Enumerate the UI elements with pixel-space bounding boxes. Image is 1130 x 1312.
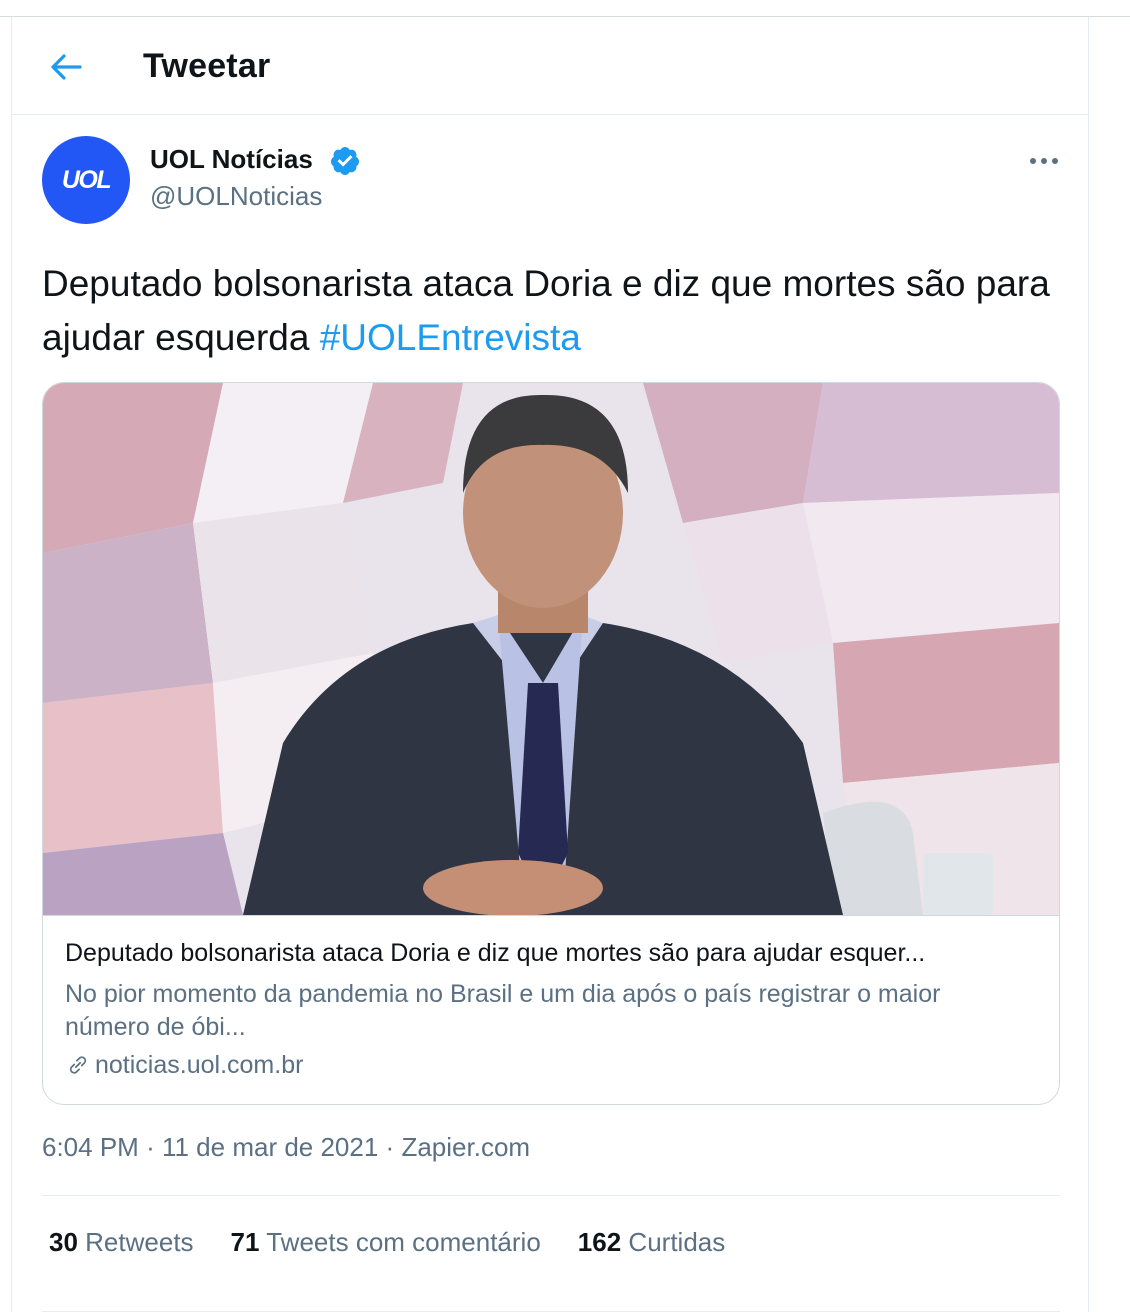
avatar[interactable]: UOL (42, 136, 130, 224)
meta-separator: · (385, 1132, 395, 1162)
card-domain: noticias.uol.com.br (95, 1050, 304, 1079)
meta-separator: · (146, 1132, 155, 1162)
back-button[interactable] (44, 45, 88, 89)
link-icon (69, 1056, 87, 1074)
card-domain-row: noticias.uol.com.br (65, 1048, 303, 1082)
quote-tweets-stat[interactable]: 71 Tweets com comentário (231, 1227, 541, 1258)
retweets-label: Retweets (85, 1227, 194, 1257)
card-title: Deputado bolsonarista ataca Doria e diz … (65, 939, 926, 967)
likes-stat[interactable]: 162 Curtidas (578, 1227, 725, 1258)
card-image (43, 383, 1059, 915)
hashtag-link[interactable]: #UOLEntrevista (320, 317, 581, 358)
tweet-time[interactable]: 6:04 PM (42, 1132, 139, 1162)
quote-tweets-count: 71 (230, 1227, 260, 1257)
tweet-column: Tweetar UOL UOL Notícias @UOLNoticias De… (11, 17, 1089, 1312)
likes-label: Curtidas (628, 1227, 726, 1257)
arrow-left-icon (51, 54, 82, 80)
more-dots-icon (1030, 158, 1058, 164)
link-preview-card[interactable]: Deputado bolsonarista ataca Doria e diz … (42, 382, 1060, 1105)
tweet-source[interactable]: Zapier.com (401, 1132, 530, 1162)
tweet-date[interactable]: 11 de mar de 2021 (162, 1132, 378, 1162)
tweet-stats: 30 Retweets 71 Tweets com comentário 162… (49, 1227, 762, 1258)
retweets-stat[interactable]: 30 Retweets (49, 1227, 194, 1258)
author-handle[interactable]: @UOLNoticias (150, 181, 322, 212)
page-title: Tweetar (143, 47, 271, 85)
verified-badge-icon (330, 147, 359, 175)
divider (42, 1195, 1060, 1196)
retweets-count: 30 (49, 1227, 78, 1257)
quote-tweets-label: Tweets com comentário (266, 1227, 541, 1257)
more-options-button[interactable] (1024, 145, 1064, 177)
likes-count: 162 (577, 1227, 622, 1257)
avatar-text: UOL (61, 165, 112, 194)
tweet-meta: 6:04 PM · 11 de mar de 2021 · Zapier.com (42, 1132, 530, 1163)
page-header: Tweetar (12, 17, 1088, 115)
author-name[interactable]: UOL Notícias (150, 144, 313, 175)
card-body: Deputado bolsonarista ataca Doria e diz … (43, 915, 1059, 1104)
tweet-text: Deputado bolsonarista ataca Doria e diz … (42, 257, 1072, 365)
card-description: No pior momento da pandemia no Brasil e … (65, 980, 941, 1041)
